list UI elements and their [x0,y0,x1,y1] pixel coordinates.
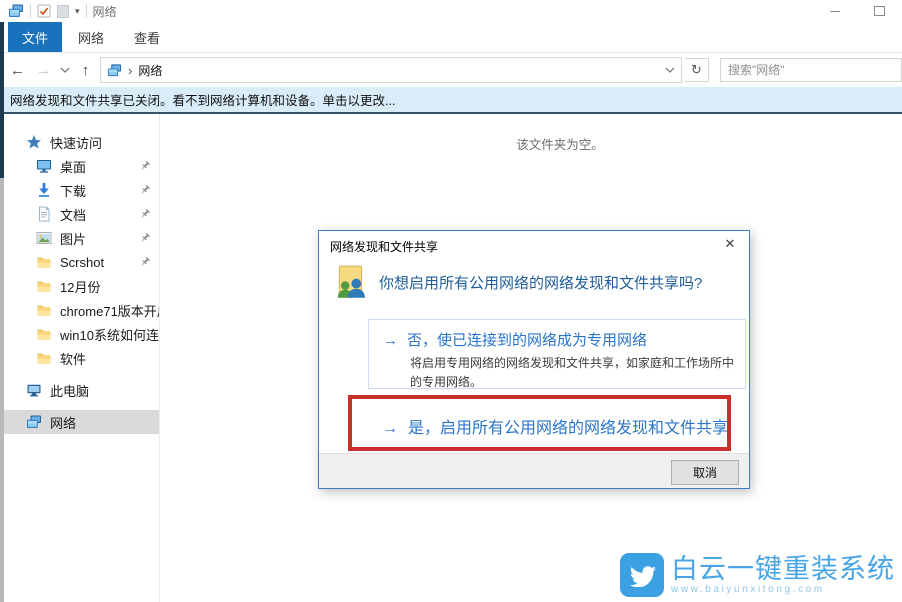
file-sharing-icon [332,264,370,302]
window-title: 网络 [93,3,117,20]
empty-folder-text: 该文件夹为空。 [516,134,604,153]
sidebar-gap [0,402,159,410]
picture-icon [36,230,52,246]
customize-toolbar-caret-icon[interactable]: ▾ [75,6,80,17]
pin-icon [139,256,151,268]
up-button[interactable]: ↑ [74,62,97,79]
desktop-icon [36,158,52,174]
background-window-sliver [0,22,4,178]
separator [86,4,87,18]
dialog-footer: 取消 [319,453,749,488]
watermark-text: 白云一键重装系统 www.baiyunxitong.com [671,555,895,595]
window-controls [812,0,902,22]
address-bar[interactable]: › 网络 [100,57,682,83]
dialog-close-button[interactable]: ✕ [720,236,740,252]
breadcrumb-chevron-icon: › [128,63,132,78]
bird-icon [629,564,656,587]
minimize-icon [830,11,840,12]
network-window-icon [8,3,24,19]
recent-locations-button[interactable] [58,67,71,73]
sidebar-item-network[interactable]: 网络 [0,410,159,434]
ribbon-tab-bar: 文件 网络 查看 [0,22,902,53]
sidebar-item-desktop[interactable]: 桌面 [0,154,159,178]
quick-access-toolbar: ▾ [8,3,87,19]
watermark: 白云一键重装系统 www.baiyunxitong.com [620,553,895,597]
search-input[interactable] [720,58,902,82]
dialog-title: 网络发现和文件共享 [330,238,438,255]
separator [30,4,31,18]
tab-network[interactable]: 网络 [64,22,118,52]
sidebar-item-december[interactable]: 12月份 [0,274,159,298]
maximize-icon [874,6,885,16]
navigation-pane: 快速访问 桌面 下载 文档 图片 [0,114,160,602]
network-discovery-dialog: 网络发现和文件共享 ✕ 你想启用所有公用网络的网络发现和文件共享吗? → 否，使… [318,230,750,489]
option-no-command-link[interactable]: → 否，使已连接到的网络成为专用网络 将启用专用网络的网络发现和文件共享，如家庭… [368,319,746,389]
pin-icon [139,184,151,196]
address-toolbar: ← → ↑ › 网络 ↻ [0,53,902,87]
download-icon [36,182,52,198]
dialog-question: 你想启用所有公用网络的网络发现和文件共享吗? [379,272,702,293]
option-no-title: 否，使已连接到的网络成为专用网络 [407,329,647,350]
star-icon [26,134,42,150]
command-arrow-icon: → [382,420,398,438]
title-bar: ▾ 网络 [0,0,902,22]
pin-icon [139,208,151,220]
refresh-button[interactable]: ↻ [685,58,709,82]
folder-icon [36,326,52,342]
maximize-button[interactable] [857,0,902,22]
breadcrumb[interactable]: 网络 [138,62,162,79]
sidebar-gap [0,370,159,378]
folder-icon [36,302,52,318]
sidebar-item-scrshot[interactable]: Scrshot [0,250,159,274]
watermark-url: www.baiyunxitong.com [671,584,895,595]
folder-icon [36,278,52,294]
chevron-down-icon [60,67,70,73]
tab-file[interactable]: 文件 [8,22,62,52]
notification-bar[interactable]: 网络发现和文件共享已关闭。看不到网络计算机和设备。单击以更改... [0,87,902,114]
document-icon [36,206,52,222]
folder-icon [36,350,52,366]
pin-icon [139,232,151,244]
sidebar-item-this-pc[interactable]: 此电脑 [0,378,159,402]
option-yes-command-link[interactable]: → 是，启用所有公用网络的网络发现和文件共享 [382,414,728,438]
network-location-icon [107,63,122,78]
this-pc-icon [26,382,42,398]
watermark-brand: 白云一键重装系统 [671,555,895,583]
network-icon [26,414,42,430]
watermark-bird-icon [620,553,664,597]
back-button[interactable]: ← [6,62,29,79]
sidebar-item-software[interactable]: 软件 [0,346,159,370]
background-window-sliver [0,178,4,602]
sidebar-item-chrome71[interactable]: chrome71版本开启 [0,298,159,322]
explorer-window: ▾ 网络 文件 网络 查看 ← → ↑ › 网络 ↻ 网络发现和文件共享已关闭。… [0,0,902,602]
sidebar-item-downloads[interactable]: 下载 [0,178,159,202]
properties-icon[interactable] [37,4,51,18]
folder-icon [36,254,52,270]
minimize-button[interactable] [812,0,857,22]
pin-icon [139,160,151,172]
address-dropdown-icon[interactable] [665,67,675,73]
option-yes-title: 是，启用所有公用网络的网络发现和文件共享 [408,414,728,438]
tab-view[interactable]: 查看 [120,22,174,52]
option-no-description: 将启用专用网络的网络发现和文件共享，如家庭和工作场所中的专用网络。 [410,354,744,391]
sidebar-item-pictures[interactable]: 图片 [0,226,159,250]
cancel-button[interactable]: 取消 [671,460,739,485]
notification-text: 网络发现和文件共享已关闭。看不到网络计算机和设备。单击以更改... [10,90,395,109]
sidebar-item-win10[interactable]: win10系统如何连接 [0,322,159,346]
sidebar-item-documents[interactable]: 文档 [0,202,159,226]
forward-button[interactable]: → [32,62,55,79]
command-arrow-icon: → [383,332,398,349]
sidebar-item-quick-access[interactable]: 快速访问 [0,130,159,154]
new-folder-icon[interactable] [57,5,69,18]
